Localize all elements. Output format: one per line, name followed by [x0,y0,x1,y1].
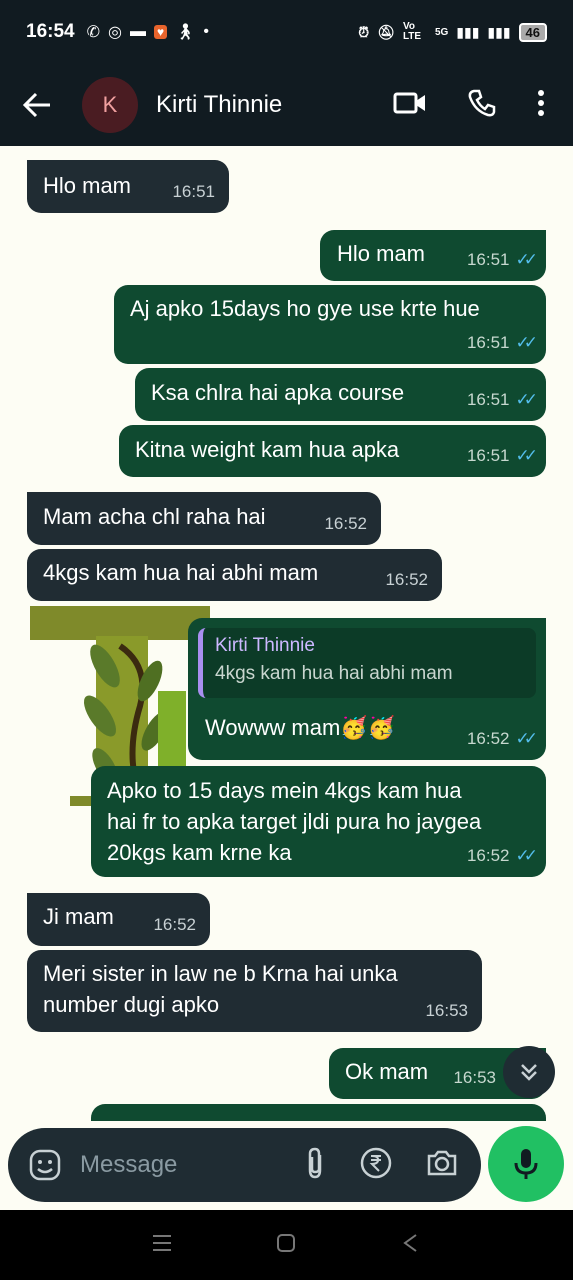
video-call-icon[interactable] [393,91,427,120]
notification-icons: ✆ ◎ ▬ ♥ 🚶︎ • [87,22,209,42]
signal-icon: ▮▮▮ [456,23,480,40]
message-input[interactable]: Message [80,1151,177,1179]
whatsapp-icon: ✆ [86,24,101,41]
emoji-icon[interactable] [28,1148,62,1182]
message-text: Aj apko 15days ho gye use krte hue [130,296,480,321]
message-bubble[interactable]: Kirti Thinnie 4kgs kam hua hai abhi mam … [188,618,546,760]
contact-name[interactable]: Kirti Thinnie [156,91,282,119]
message-bubble[interactable]: Apko to 15 days mein 4kgs kam hua hai fr… [91,766,546,877]
message-text: Apko to 15 days mein 4kgs kam hua hai fr… [107,778,482,865]
message-input-bar: Message [8,1128,481,1202]
home-icon[interactable] [275,1232,297,1259]
dot-icon: • [203,23,210,40]
message-text: Hlo mam [337,241,426,266]
message-bubble[interactable]: 4kgs kam hua hai abhi mam 16:52 [27,549,442,601]
quoted-sender: Kirti Thinnie [215,635,315,656]
message-bubble[interactable]: Meri sister in law ne b Krna hai unka nu… [27,950,482,1032]
message-bubble-partial[interactable] [91,1104,546,1121]
system-icons: ⏰︎ 🔕︎ Vo LTE 5G ▮▮▮ ▮▮▮ 46 [358,22,547,42]
message-text: Ksa chlra hai apka course [151,380,405,405]
message-bubble[interactable]: Aj apko 15days ho gye use krte hue 16:51… [114,285,546,364]
mic-icon [514,1149,538,1179]
battery-icon: 46 [518,22,547,42]
camera-icon[interactable] [425,1148,459,1183]
message-time: 16:51 [172,182,215,201]
alarm-icon: ⏰︎ [358,23,370,40]
message-bubble[interactable]: Hlo mam 16:51 ✓✓ [320,230,546,281]
message-text: 4kgs kam hua hai abhi mam [43,560,319,585]
message-bubble[interactable]: Mam acha chl raha hai 16:52 [27,492,381,545]
signal-icon-2: ▮▮▮ [487,23,511,40]
message-text: Wowww mam🥳🥳 [205,715,396,740]
chevron-double-down-icon [521,1064,537,1081]
quoted-message[interactable]: Kirti Thinnie 4kgs kam hua hai abhi mam [198,628,536,698]
message-time: 16:52 [385,570,428,589]
back-arrow-icon[interactable] [22,92,52,118]
status-time: 16:54 [26,21,75,42]
read-ticks-icon: ✓✓ [515,729,538,748]
avatar[interactable]: K [82,77,138,133]
message-text: Ji mam [43,904,114,929]
read-ticks-icon: ✓✓ [515,446,538,465]
voice-record-button[interactable] [488,1126,564,1202]
message-time: 16:51 [466,446,510,465]
message-text: Kitna weight kam hua apka [135,437,400,462]
app-badge-icon: ♥ [153,25,168,39]
message-time: 16:53 [425,1001,468,1020]
message-text: Meri sister in law ne b Krna hai unka nu… [43,961,398,1017]
message-time: 16:51 [466,250,510,269]
quoted-text: 4kgs kam hua hai abhi mam [215,663,453,684]
chat-area[interactable]: Hlo mam 16:51 Hlo mam 16:51 ✓✓ Aj apko 15… [0,146,573,1121]
read-ticks-icon: ✓✓ [515,250,538,269]
message-bubble[interactable]: Kitna weight kam hua apka 16:51 ✓✓ [119,425,546,477]
volte-label: Vo LTE [402,21,422,42]
rupee-payment-icon[interactable] [359,1146,393,1185]
message-text: Hlo mam [43,173,132,198]
message-time: 16:52 [153,915,196,934]
message-bubble[interactable]: Ksa chlra hai apka course 16:51 ✓✓ [135,368,546,421]
chat-header: K Kirti Thinnie [0,64,573,146]
read-ticks-icon: ✓✓ [515,846,538,865]
message-time: 16:52 [466,846,510,865]
read-ticks-icon: ✓✓ [515,333,538,352]
back-nav-icon[interactable] [400,1232,422,1259]
recent-apps-icon[interactable] [151,1233,173,1258]
read-ticks-icon: ✓✓ [515,390,538,409]
message-text: Ok mam [345,1059,429,1084]
message-time: 16:52 [324,514,367,533]
message-time: 16:51 [466,390,510,409]
message-bubble[interactable]: Ji mam 16:52 [27,893,210,946]
voice-call-icon[interactable] [467,88,497,123]
status-bar: 16:54 ✆ ◎ ▬ ♥ 🚶︎ • ⏰︎ 🔕︎ Vo LTE 5G ▮▮▮ ▮… [0,0,573,64]
more-options-icon[interactable] [537,89,545,122]
message-bubble[interactable]: Hlo mam 16:51 [27,160,229,213]
mute-icon: 🔕︎ [377,23,395,40]
message-time: 16:53 [453,1068,496,1087]
attach-icon[interactable] [303,1146,327,1185]
message-text: Mam acha chl raha hai [43,504,266,529]
message-time: 16:51 [466,333,510,352]
app-icon: ▬ [129,23,146,40]
walking-icon: 🚶︎ [175,24,196,41]
system-nav-bar [0,1210,573,1280]
instagram-icon: ◎ [108,24,122,41]
message-time: 16:52 [466,729,510,748]
scroll-to-bottom-button[interactable] [503,1046,555,1098]
network-label: 5G [434,26,449,38]
